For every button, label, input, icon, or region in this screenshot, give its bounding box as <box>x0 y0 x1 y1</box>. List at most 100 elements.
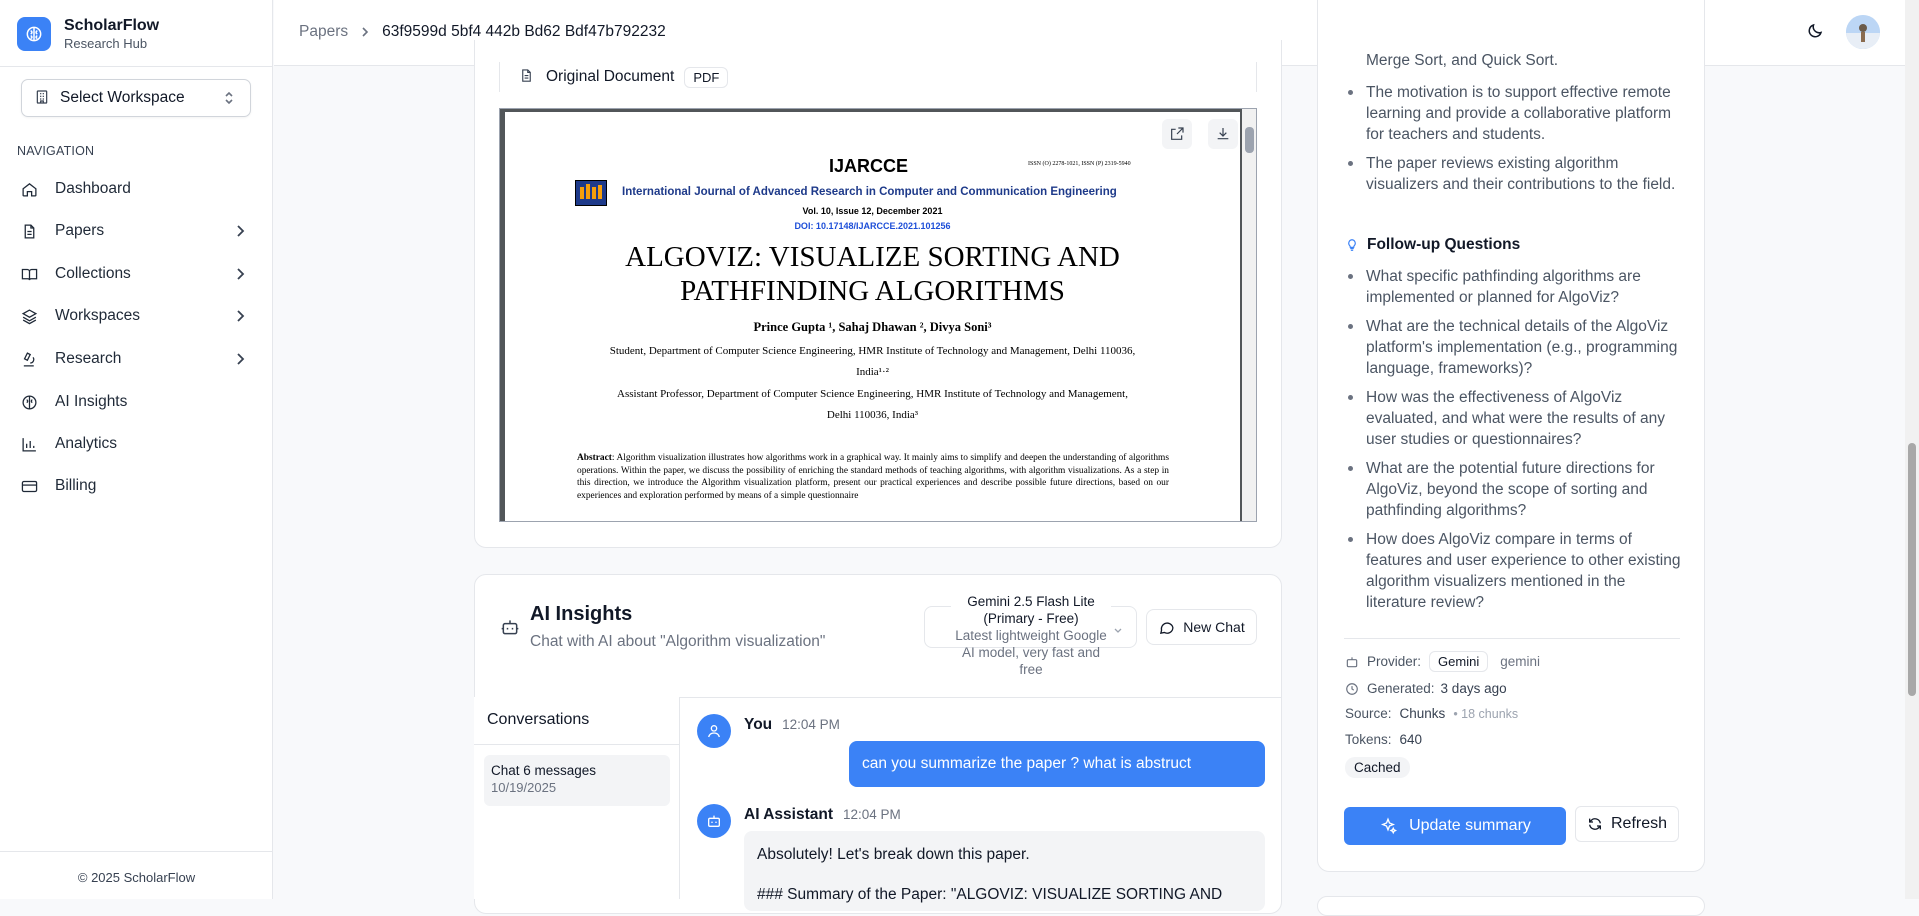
pdf-volume: Vol. 10, Issue 12, December 2021 <box>802 206 943 216</box>
sidebar-item-label: Collections <box>55 265 131 282</box>
bar-chart-icon <box>21 436 38 453</box>
source-value: Chunks <box>1399 706 1446 721</box>
sender-name: AI Assistant <box>744 806 834 823</box>
pdf-page: IJARCCE ISSN (O) 2278-1021, ISSN (P) 231… <box>505 112 1240 521</box>
conversation-title: Chat 6 messages <box>491 763 597 778</box>
breadcrumb-current: 63f9599d 5bf4 442b Bd62 Bdf47b792232 <box>382 23 666 40</box>
chevron-right-icon <box>233 224 247 241</box>
followup-question[interactable]: What specific pathfinding algorithms are… <box>1346 266 1682 308</box>
pdf-scrollbar-thumb[interactable] <box>1245 127 1254 153</box>
ijarcce-logo <box>575 180 607 206</box>
chevron-right-icon <box>233 267 247 284</box>
breadcrumb-papers-link[interactable]: Papers <box>299 23 348 41</box>
followup-question[interactable]: How does AlgoViz compare in terms of fea… <box>1346 529 1682 613</box>
sidebar-item-label: Dashboard <box>55 180 131 197</box>
source-label: Source: <box>1345 706 1392 721</box>
conversations-title: Conversations <box>487 711 590 728</box>
original-document-label: Original Document <box>546 68 675 85</box>
provider-row: Provider: Gemini gemini <box>1345 651 1540 672</box>
credit-card-icon <box>21 478 38 495</box>
sidebar-item-workspaces[interactable]: Workspaces <box>21 299 251 333</box>
theme-toggle-moon-icon[interactable] <box>1806 22 1824 43</box>
ai-insights-subtitle: Chat with AI about "Algorithm visualizat… <box>530 633 826 650</box>
brain-icon <box>21 394 38 411</box>
external-link-icon <box>1171 127 1184 140</box>
followup-question[interactable]: How was the effectiveness of AlgoViz eva… <box>1346 387 1682 450</box>
assistant-message-line: ### Summary of the Paper: "ALGOVIZ: VISU… <box>757 886 1223 903</box>
generated-label: Generated: <box>1367 681 1435 696</box>
message-sender: AI Assistant 12:04 PM <box>744 806 901 824</box>
sparkles-icon <box>1379 817 1398 835</box>
followup-question[interactable]: What are the potential future directions… <box>1346 458 1682 521</box>
conversation-item[interactable]: Chat 6 messages 10/19/2025 <box>484 755 670 806</box>
user-message-bubble: can you summarize the paper ? what is ab… <box>849 741 1265 787</box>
brand[interactable]: ScholarFlow Research Hub <box>17 16 159 52</box>
pdf-abstract-label: Abstract <box>577 453 612 463</box>
message-circle-icon <box>1158 619 1175 636</box>
chevron-down-icon <box>1114 621 1122 638</box>
new-chat-button[interactable]: New Chat <box>1146 609 1257 645</box>
assistant-bot-icon <box>697 804 731 838</box>
file-text-icon <box>21 223 38 240</box>
sidebar-item-label: AI Insights <box>55 393 128 410</box>
workspace-label: Select Workspace <box>60 89 185 106</box>
sidebar-item-billing[interactable]: Billing <box>21 469 251 503</box>
bot-icon <box>500 617 520 640</box>
sidebar-item-collections[interactable]: Collections <box>21 257 251 291</box>
pdf-authors: Prince Gupta ¹, Sahaj Dhawan ², Divya So… <box>753 320 992 334</box>
conversations-panel: Conversations Chat 6 messages 10/19/2025 <box>474 697 680 899</box>
update-summary-button[interactable]: Update summary <box>1344 807 1566 845</box>
book-open-icon <box>21 266 38 283</box>
pdf-issn: ISSN (O) 2278-1021, ISSN (P) 2319-5940 <box>1028 161 1131 167</box>
microscope-icon <box>21 351 38 368</box>
sidebar-item-research[interactable]: Research <box>21 342 251 376</box>
pdf-viewer[interactable]: IJARCCE ISSN (O) 2278-1021, ISSN (P) 231… <box>499 108 1257 522</box>
next-card-edge <box>1317 896 1705 916</box>
user-avatar[interactable] <box>1846 15 1880 49</box>
message-sender: You 12:04 PM <box>744 716 840 734</box>
workspace-selector[interactable]: Select Workspace <box>21 79 251 117</box>
sender-name: You <box>744 716 773 733</box>
download-button[interactable] <box>1208 119 1238 149</box>
sidebar-item-ai-insights[interactable]: AI Insights <box>21 385 251 419</box>
update-summary-label: Update summary <box>1409 817 1531 834</box>
sidebar-item-dashboard[interactable]: Dashboard <box>21 172 251 206</box>
source-row: Source: Chunks • 18 chunks <box>1345 706 1518 721</box>
new-chat-label: New Chat <box>1183 619 1245 635</box>
sidebar-item-analytics[interactable]: Analytics <box>21 427 251 461</box>
followup-heading: Follow-up Questions <box>1345 236 1520 254</box>
brand-name: ScholarFlow <box>64 17 160 34</box>
refresh-icon <box>1587 816 1603 832</box>
pdf-badge: PDF <box>684 66 729 88</box>
sidebar-footer-divider <box>0 851 273 852</box>
home-icon <box>21 181 38 198</box>
pdf-scrollbar[interactable] <box>1242 109 1256 521</box>
followup-question[interactable]: What are the technical details of the Al… <box>1346 316 1682 379</box>
brain-logo-icon <box>17 17 51 51</box>
sidebar-divider <box>0 66 273 67</box>
model-select[interactable]: Gemini 2.5 Flash Lite (Primary - Free) L… <box>924 593 1137 677</box>
cached-badge: Cached <box>1345 757 1410 778</box>
pdf-title-line1: ALGOVIZ: VISUALIZE SORTING AND <box>625 241 1120 273</box>
provider-label: Provider: <box>1367 654 1422 669</box>
open-external-button[interactable] <box>1162 119 1192 149</box>
assistant-message-bubble: Absolutely! Let's break down this paper.… <box>744 831 1265 911</box>
copyright: © 2025 ScholarFlow <box>77 870 196 885</box>
generated-value: 3 days ago <box>1440 681 1507 696</box>
page-scrollbar-thumb[interactable] <box>1908 443 1916 696</box>
refresh-button[interactable]: Refresh <box>1575 806 1679 842</box>
pdf-affiliation-1b: India¹·² <box>856 366 889 378</box>
chevron-right-icon <box>360 26 370 38</box>
chevron-right-icon <box>233 352 247 369</box>
assistant-message-line: Absolutely! Let's break down this paper. <box>757 846 1030 863</box>
user-avatar-icon <box>697 714 731 748</box>
bot-icon <box>1345 655 1359 669</box>
building-icon <box>34 89 50 108</box>
sidebar-item-papers[interactable]: Papers <box>21 214 251 248</box>
sidebar-item-label: Workspaces <box>55 307 140 324</box>
summary-bullets: The motivation is to support effective r… <box>1346 82 1682 203</box>
summary-bullet: The paper reviews existing algorithm vis… <box>1346 153 1682 195</box>
provider-badge: Gemini <box>1429 651 1489 672</box>
breadcrumb: Papers 63f9599d 5bf4 442b Bd62 Bdf47b792… <box>299 23 666 41</box>
message-time: 12:04 PM <box>843 807 901 822</box>
